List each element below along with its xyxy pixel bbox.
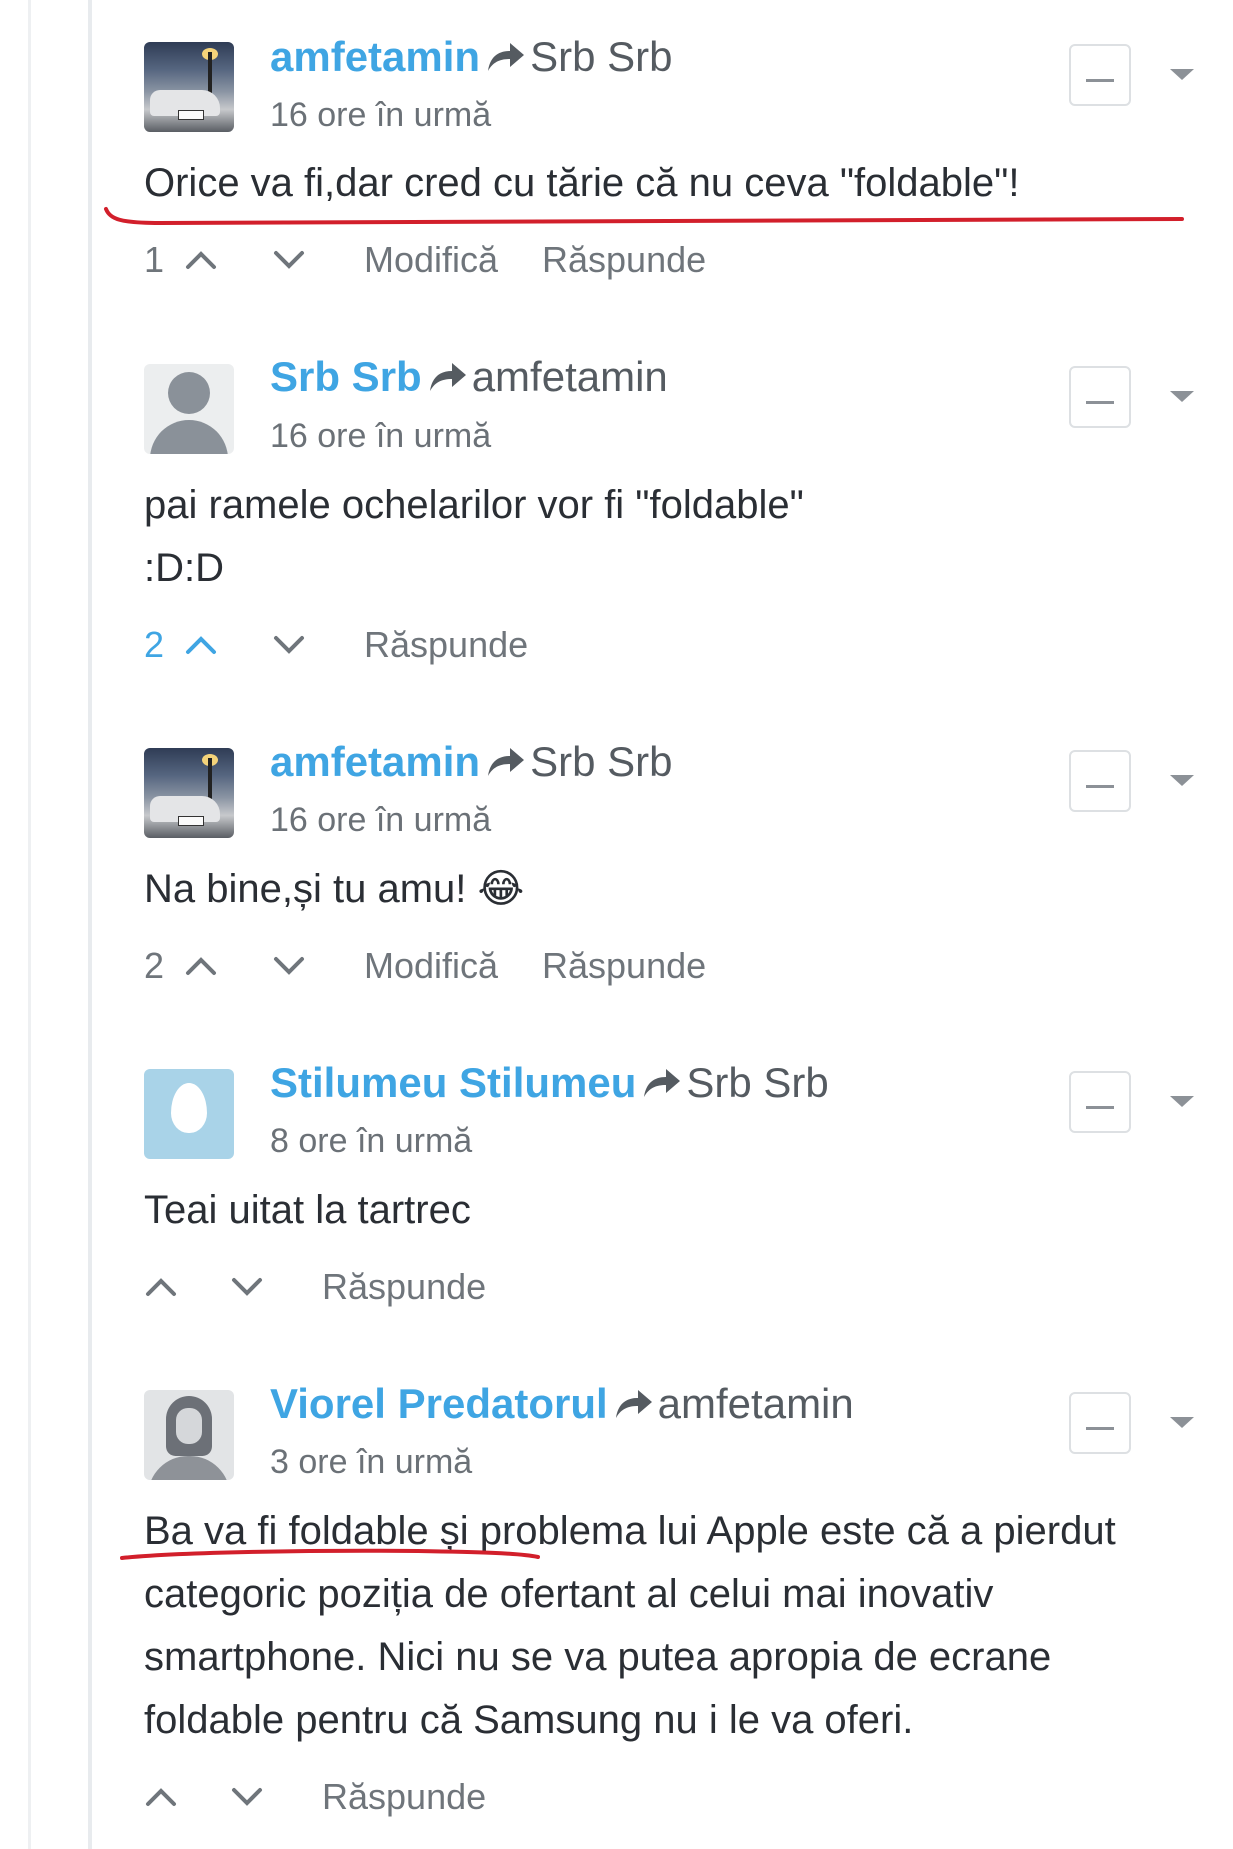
caret-down-icon[interactable] xyxy=(1170,1096,1194,1107)
comment-text: pai ramele ochelarilor vor fi "foldable"… xyxy=(144,483,804,590)
egg-avatar[interactable] xyxy=(144,1069,234,1159)
comment-header: Srb Srb amfetamin xyxy=(270,352,668,402)
minus-icon xyxy=(1086,1106,1114,1109)
caret-down-icon[interactable] xyxy=(1170,1417,1194,1428)
comment-header: amfetamin Srb Srb xyxy=(270,32,672,82)
edit-link[interactable]: Modifică xyxy=(364,941,498,991)
author-link[interactable]: amfetamin xyxy=(270,33,480,80)
chevron-up-icon[interactable] xyxy=(144,1277,178,1297)
reply-link[interactable]: Răspunde xyxy=(322,1772,486,1822)
reply-arrow-icon xyxy=(488,748,525,776)
author-link[interactable]: Stilumeu Stilumeu xyxy=(270,1059,636,1106)
caret-down-icon[interactable] xyxy=(1170,391,1194,402)
collapse-button[interactable] xyxy=(1069,1071,1131,1133)
vote-count: 2 xyxy=(144,624,165,665)
timestamp[interactable]: 3 ore în urmă xyxy=(270,1442,472,1482)
reply-arrow-icon xyxy=(488,43,525,71)
comment-text: Na bine,și tu amu! 😂 xyxy=(144,867,525,911)
chevron-down-icon[interactable] xyxy=(272,250,306,270)
car-photo-avatar[interactable] xyxy=(144,748,234,838)
recipient-link[interactable]: Srb Srb xyxy=(686,1059,828,1106)
vote-count: 2 xyxy=(144,945,165,986)
timestamp[interactable]: 16 ore în urmă xyxy=(270,95,491,135)
chevron-down-icon[interactable] xyxy=(272,956,306,976)
red-annotation-underline xyxy=(120,1548,540,1560)
author-link[interactable]: amfetamin xyxy=(270,738,480,785)
timestamp[interactable]: 16 ore în urmă xyxy=(270,416,491,456)
chevron-up-icon[interactable] xyxy=(144,1787,178,1807)
recipient-link[interactable]: amfetamin xyxy=(658,1380,854,1427)
reply-link[interactable]: Răspunde xyxy=(322,1262,486,1312)
minus-icon xyxy=(1086,79,1114,82)
minus-icon xyxy=(1086,401,1114,404)
default-user-avatar[interactable] xyxy=(144,364,234,454)
comment-text: Teai uitat la tartrec xyxy=(144,1188,471,1232)
car-photo-avatar[interactable] xyxy=(144,42,234,132)
reply-link[interactable]: Răspunde xyxy=(542,941,706,991)
author-link[interactable]: Srb Srb xyxy=(270,353,422,400)
recipient-link[interactable]: Srb Srb xyxy=(530,738,672,785)
caret-down-icon[interactable] xyxy=(1170,69,1194,80)
collapse-button[interactable] xyxy=(1069,750,1131,812)
chevron-down-icon[interactable] xyxy=(230,1787,264,1807)
vote-count: 1 xyxy=(144,239,165,280)
collapse-button[interactable] xyxy=(1069,44,1131,106)
reply-link[interactable]: Răspunde xyxy=(364,620,528,670)
chevron-down-icon[interactable] xyxy=(230,1277,264,1297)
collapse-button[interactable] xyxy=(1069,366,1131,428)
caret-down-icon[interactable] xyxy=(1170,775,1194,786)
chevron-down-icon[interactable] xyxy=(272,635,306,655)
reply-arrow-icon xyxy=(644,1069,681,1097)
collapse-button[interactable] xyxy=(1069,1392,1131,1454)
comment-text: Ba va fi foldable și problema lui Apple … xyxy=(144,1509,1116,1742)
recipient-link[interactable]: amfetamin xyxy=(472,353,668,400)
comment-header: Stilumeu Stilumeu Srb Srb xyxy=(270,1058,829,1108)
reply-arrow-icon xyxy=(429,363,466,391)
reply-arrow-icon xyxy=(615,1390,652,1418)
author-link[interactable]: Viorel Predatorul xyxy=(270,1380,608,1427)
red-annotation-underline xyxy=(104,207,1184,226)
chevron-up-icon[interactable] xyxy=(184,250,218,270)
timestamp[interactable]: 8 ore în urmă xyxy=(270,1121,472,1161)
chevron-up-icon[interactable] xyxy=(184,635,218,655)
minus-icon xyxy=(1086,785,1114,788)
sketch-portrait-avatar[interactable] xyxy=(144,1390,234,1480)
chevron-up-icon[interactable] xyxy=(184,956,218,976)
timestamp[interactable]: 16 ore în urmă xyxy=(270,800,491,840)
comment-header: amfetamin Srb Srb xyxy=(270,737,672,787)
recipient-link[interactable]: Srb Srb xyxy=(530,33,672,80)
edit-link[interactable]: Modifică xyxy=(364,235,498,285)
thread-rail-outer xyxy=(28,0,31,1849)
thread-rail-inner xyxy=(88,0,92,1849)
reply-link[interactable]: Răspunde xyxy=(542,235,706,285)
comment-header: Viorel Predatorul amfetamin xyxy=(270,1379,854,1429)
minus-icon xyxy=(1086,1427,1114,1430)
